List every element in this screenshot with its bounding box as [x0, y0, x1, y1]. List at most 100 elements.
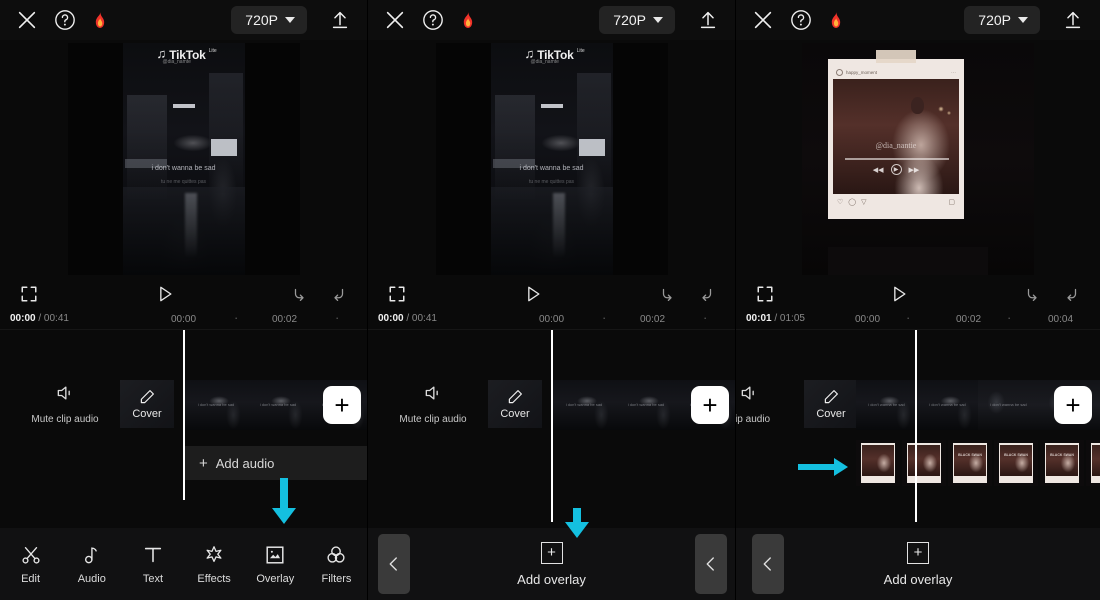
- timeline-ruler[interactable]: 00:00 / 00:41 00:00 · 00:02 ·: [0, 310, 367, 330]
- video-thumbnail[interactable]: i don't wanna be sad: [247, 380, 309, 430]
- add-clip-button[interactable]: +: [1054, 386, 1092, 424]
- cover-button[interactable]: Cover: [804, 380, 858, 428]
- overlay-picture-icon: [264, 544, 286, 566]
- speaker-mute-icon: [422, 383, 444, 403]
- next-panel-button[interactable]: [695, 534, 727, 594]
- redo-icon[interactable]: [697, 285, 715, 303]
- resolution-selector[interactable]: 720P: [964, 6, 1040, 34]
- overlay-thumbnail[interactable]: [1086, 440, 1100, 486]
- flame-icon[interactable]: [458, 9, 478, 31]
- playhead[interactable]: [551, 330, 553, 522]
- next-icon[interactable]: ▶▶: [909, 166, 920, 174]
- fullscreen-expand-icon[interactable]: [20, 285, 38, 303]
- cover-label: Cover: [132, 408, 162, 420]
- back-button[interactable]: [752, 534, 784, 594]
- play-icon[interactable]: [523, 284, 543, 304]
- tool-audio[interactable]: Audio: [61, 544, 122, 585]
- overlay-thumbnail[interactable]: BLACK SWAN: [1040, 440, 1084, 486]
- bookmark-icon[interactable]: ▢: [948, 198, 955, 206]
- instagram-post-overlay[interactable]: happy_moment ⋯ @dia_nantie ◀◀ ▶ ▶▶ ♡ ◯ ▽…: [828, 50, 964, 219]
- timeline-tracks[interactable]: Mute clip audio Cover i don't wanna be s…: [368, 330, 735, 522]
- close-icon[interactable]: [384, 9, 406, 31]
- video-thumbnail[interactable]: i don't wanna be sad: [185, 380, 247, 430]
- close-icon[interactable]: [752, 9, 774, 31]
- time-separator: /: [774, 313, 778, 324]
- tool-overlay[interactable]: Overlay: [245, 544, 306, 585]
- mute-clip-audio-button[interactable]: clip audio: [736, 383, 804, 425]
- overlay-thumbnail[interactable]: [856, 440, 900, 486]
- timeline[interactable]: 00:00 / 00:41 00:00 · 00:02 · Mute clip …: [368, 310, 735, 522]
- resolution-selector[interactable]: 720P: [231, 6, 307, 34]
- street-lamp: [540, 104, 563, 108]
- overlay-track[interactable]: BLACK SWAN BLACK SWAN BLACK SWAN: [856, 440, 1100, 486]
- close-icon[interactable]: [16, 9, 38, 31]
- timeline-tracks[interactable]: Mute clip audio Cover i don't wanna be s…: [0, 330, 367, 522]
- playhead[interactable]: [915, 330, 917, 522]
- add-clip-button[interactable]: +: [691, 386, 729, 424]
- resolution-selector[interactable]: 720P: [599, 6, 675, 34]
- redo-icon[interactable]: [329, 285, 347, 303]
- timeline-ruler[interactable]: 00:00 / 00:41 00:00 · 00:02 ·: [368, 310, 735, 330]
- video-preview[interactable]: ♫ TikTok Lite @dia_namte i don't wanna b…: [368, 40, 735, 278]
- add-overlay-button[interactable]: + Add overlay: [736, 528, 1100, 600]
- undo-icon[interactable]: [291, 285, 309, 303]
- undo-icon[interactable]: [1024, 285, 1042, 303]
- tool-text[interactable]: Text: [122, 544, 183, 585]
- overlay-thumbnail[interactable]: BLACK SWAN: [948, 440, 992, 486]
- play-icon[interactable]: [155, 284, 175, 304]
- app-header: 720P: [368, 0, 735, 40]
- video-thumbnail[interactable]: i don't wanna be sad: [856, 380, 917, 430]
- tool-effects[interactable]: Effects: [184, 544, 245, 585]
- video-thumbnail[interactable]: i don't wanna be sad: [917, 380, 978, 430]
- mute-clip-audio-button[interactable]: Mute clip audio: [378, 383, 488, 425]
- export-upload-icon[interactable]: [329, 8, 351, 32]
- add-clip-button[interactable]: +: [323, 386, 361, 424]
- timeline[interactable]: 00:01 / 01:05 00:00 · 00:02 · 00:04 ip a…: [736, 310, 1100, 522]
- timeline[interactable]: 00:00 / 00:41 00:00 · 00:02 · Mute clip …: [0, 310, 367, 522]
- comment-icon[interactable]: ◯: [848, 198, 856, 206]
- progress-bar[interactable]: [845, 158, 949, 160]
- timeline-ruler[interactable]: 00:01 / 01:05 00:00 · 00:02 · 00:04: [736, 310, 1100, 330]
- flame-icon[interactable]: [826, 9, 846, 31]
- playhead[interactable]: [183, 330, 185, 500]
- share-icon[interactable]: ▽: [861, 198, 866, 206]
- time-separator: /: [38, 313, 42, 324]
- fullscreen-expand-icon[interactable]: [756, 285, 774, 303]
- ruler-tick-2: 00:02: [640, 314, 666, 325]
- video-preview[interactable]: ♫ TikTok Lite @dia_namte i don't wanna b…: [0, 40, 367, 278]
- back-button[interactable]: [378, 534, 410, 594]
- overlay-thumbnail[interactable]: [902, 440, 946, 486]
- current-time: 00:00: [10, 313, 36, 324]
- previous-icon[interactable]: ◀◀: [873, 166, 884, 174]
- mute-clip-audio-button[interactable]: Mute clip audio: [10, 383, 120, 425]
- cover-button[interactable]: Cover: [488, 380, 542, 428]
- redo-icon[interactable]: [1062, 285, 1080, 303]
- video-thumbnail[interactable]: i don't wanna be sad: [615, 380, 677, 430]
- media-controls: ◀◀ ▶ ▶▶: [833, 164, 959, 175]
- overlay-handle-text: @dia_nantie: [875, 141, 917, 150]
- cover-button[interactable]: Cover: [120, 380, 174, 428]
- tool-filters[interactable]: Filters: [306, 544, 367, 585]
- help-circle-icon[interactable]: [422, 9, 444, 31]
- video-thumbnail[interactable]: i don't wanna be sad: [978, 380, 1039, 430]
- play-icon[interactable]: [889, 284, 909, 304]
- undo-icon[interactable]: [659, 285, 677, 303]
- heart-icon[interactable]: ♡: [837, 198, 843, 206]
- export-upload-icon[interactable]: [1062, 8, 1084, 32]
- add-audio-button[interactable]: + Add audio: [185, 446, 367, 480]
- video-preview[interactable]: happy_moment ⋯ @dia_nantie ◀◀ ▶ ▶▶ ♡ ◯ ▽…: [736, 40, 1100, 278]
- timeline-tracks[interactable]: clip audio Cover i don't wanna be sad i …: [736, 330, 1100, 522]
- video-thumbnail[interactable]: i don't wanna be sad: [553, 380, 615, 430]
- tool-audio-label: Audio: [77, 572, 106, 585]
- flame-icon[interactable]: [90, 9, 110, 31]
- tool-edit[interactable]: Edit: [0, 544, 61, 585]
- overlay-thumbnail[interactable]: BLACK SWAN: [994, 440, 1038, 486]
- add-overlay-button[interactable]: + Add overlay: [368, 528, 735, 600]
- export-upload-icon[interactable]: [697, 8, 719, 32]
- avatar: [836, 69, 843, 76]
- fullscreen-expand-icon[interactable]: [388, 285, 406, 303]
- play-icon[interactable]: ▶: [890, 164, 902, 175]
- help-circle-icon[interactable]: [790, 9, 812, 31]
- ruler-tick-3: ·: [1007, 310, 1012, 325]
- help-circle-icon[interactable]: [54, 9, 76, 31]
